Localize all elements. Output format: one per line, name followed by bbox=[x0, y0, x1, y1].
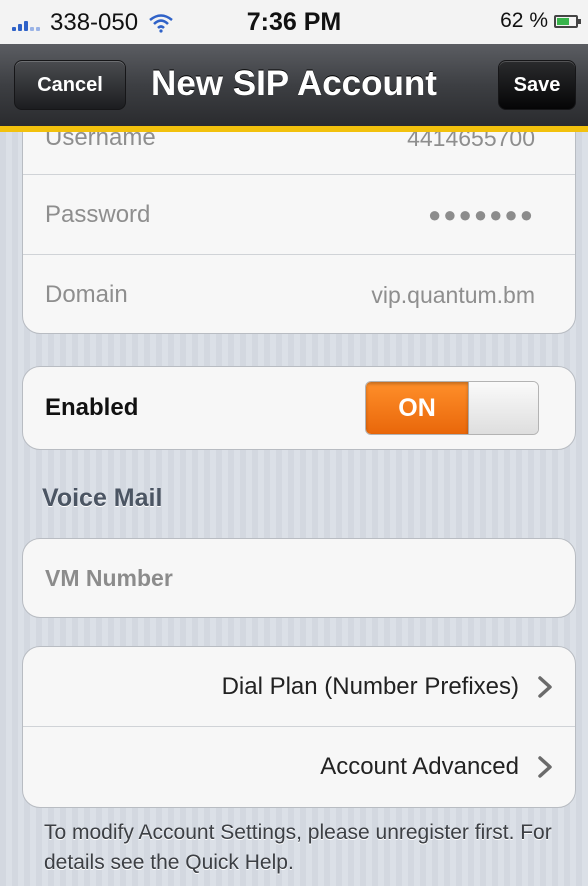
chevron-right-icon bbox=[538, 675, 552, 698]
links-group: Dial Plan (Number Prefixes) Account Adva… bbox=[22, 646, 576, 808]
enabled-toggle[interactable]: ON bbox=[365, 381, 539, 435]
domain-field[interactable]: vip.quantum.bm bbox=[371, 282, 535, 309]
account-credentials-group: Username 4414655700 Password ●●●●●●● Dom… bbox=[22, 132, 576, 334]
screen: 338-050 7:36 PM 62 % Cancel New SIP Acco… bbox=[0, 0, 588, 886]
username-label: Username bbox=[45, 132, 156, 151]
battery-percent: 62 % bbox=[500, 9, 548, 32]
footer-note: To modify Account Settings, please unreg… bbox=[44, 821, 552, 874]
toggle-knob[interactable] bbox=[468, 382, 538, 434]
dial-plan-label: Dial Plan (Number Prefixes) bbox=[221, 672, 519, 700]
vm-number-row[interactable]: VM Number bbox=[23, 539, 575, 617]
enabled-label: Enabled bbox=[45, 394, 139, 421]
domain-label: Domain bbox=[45, 281, 128, 308]
save-button[interactable]: Save bbox=[498, 60, 576, 110]
domain-row[interactable]: Domain vip.quantum.bm bbox=[23, 255, 575, 333]
status-right: 62 % bbox=[500, 9, 581, 33]
password-field[interactable]: ●●●●●●● bbox=[428, 202, 535, 228]
voice-mail-group: VM Number bbox=[22, 538, 576, 618]
status-bar: 338-050 7:36 PM 62 % bbox=[0, 0, 588, 44]
account-advanced-row[interactable]: Account Advanced bbox=[23, 727, 575, 807]
battery-icon bbox=[554, 14, 581, 28]
settings-content[interactable]: Username 4414655700 Password ●●●●●●● Dom… bbox=[0, 132, 588, 886]
toggle-on-label: ON bbox=[366, 382, 468, 434]
username-row[interactable]: Username 4414655700 bbox=[23, 132, 575, 175]
nav-bar: Cancel New SIP Account Save bbox=[0, 44, 588, 132]
chevron-right-icon bbox=[538, 756, 552, 778]
account-advanced-label: Account Advanced bbox=[320, 753, 519, 780]
dial-plan-row[interactable]: Dial Plan (Number Prefixes) bbox=[23, 647, 575, 727]
enabled-group: Enabled ON bbox=[22, 366, 576, 450]
enabled-row: Enabled ON bbox=[23, 367, 575, 449]
password-label: Password bbox=[45, 200, 151, 228]
vm-number-field[interactable]: VM Number bbox=[45, 565, 173, 592]
username-field[interactable]: 4414655700 bbox=[407, 132, 535, 152]
password-row[interactable]: Password ●●●●●●● bbox=[23, 175, 575, 255]
voice-mail-header: Voice Mail bbox=[42, 484, 163, 512]
